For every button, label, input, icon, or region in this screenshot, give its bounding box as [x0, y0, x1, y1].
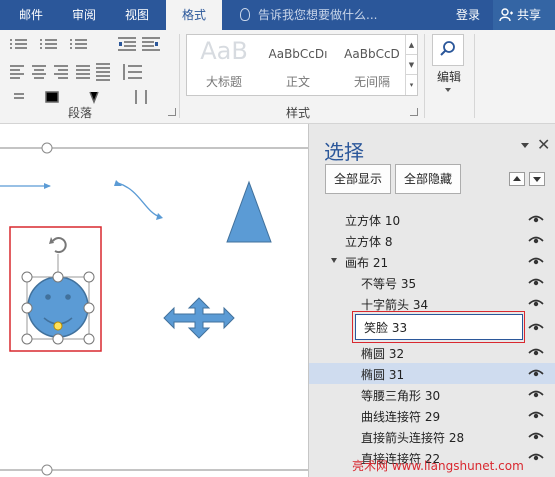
expand-triangle-icon[interactable]	[331, 258, 337, 263]
list-item[interactable]: 不等号 35	[309, 272, 555, 293]
style-normal[interactable]: AaBbCcDı 正文	[261, 35, 335, 95]
style-name: 无间隔	[353, 75, 390, 89]
style-sample: AaB	[200, 37, 248, 65]
ribbon: 段落 AaB 大标题 AaBbCcDı 正文 AaBbCcD 无间隔 ▲ ▼ ▾…	[0, 30, 555, 124]
list-item[interactable]: 画布 21	[309, 251, 555, 272]
paragraph-tools-icon	[10, 37, 160, 104]
list-item[interactable]: 直接箭头连接符 28	[309, 426, 555, 447]
lightbulb-icon	[240, 8, 250, 21]
list-item-label: 椭圆 32	[361, 347, 405, 361]
tab-mailings[interactable]: 邮件	[8, 0, 54, 30]
callout-frame	[352, 311, 525, 343]
list-item[interactable]: 立方体 8	[309, 230, 555, 251]
person-add-icon	[499, 8, 513, 22]
list-item[interactable]: 椭圆 31	[309, 363, 555, 384]
ribbon-tab-bar: 邮件 审阅 视图 格式 告诉我您想要做什么... 登录 共享	[0, 0, 555, 30]
eye-icon[interactable]	[528, 256, 544, 266]
show-all-button[interactable]: 全部显示	[325, 164, 391, 194]
eye-icon[interactable]	[528, 410, 544, 420]
list-item-label: 曲线连接符 29	[361, 410, 441, 424]
list-item[interactable]: 椭圆 32	[309, 342, 555, 363]
search-icon	[440, 41, 455, 56]
arrow-down-icon	[533, 177, 541, 182]
list-item-label: 椭圆 31	[361, 368, 405, 382]
list-item-label: 直接箭头连接符 28	[361, 431, 465, 445]
eye-icon[interactable]	[528, 431, 544, 441]
group-divider	[179, 34, 180, 118]
style-no-spacing[interactable]: AaBbCcD 无间隔	[335, 35, 409, 95]
eye-icon[interactable]	[528, 452, 544, 462]
share-button[interactable]: 共享	[493, 0, 555, 30]
eye-icon[interactable]	[528, 277, 544, 287]
close-icon[interactable]: ✕	[537, 135, 550, 154]
style-title[interactable]: AaB 大标题	[187, 35, 261, 95]
group-divider	[424, 34, 425, 118]
paragraph-group-label: 段落	[67, 106, 92, 120]
find-button[interactable]	[432, 34, 464, 66]
bring-forward-button[interactable]	[509, 172, 525, 186]
list-item-label: 立方体 10	[345, 214, 401, 228]
share-label: 共享	[517, 8, 542, 22]
styles-gallery[interactable]: AaB 大标题 AaBbCcDı 正文 AaBbCcD 无间隔 ▲ ▼ ▾	[186, 34, 418, 96]
tell-me-text: 告诉我您想要做什么...	[258, 8, 378, 22]
scroll-up-icon[interactable]: ▲	[406, 35, 417, 55]
style-name: 正文	[285, 75, 310, 89]
eye-icon[interactable]	[528, 368, 544, 378]
document-canvas[interactable]	[0, 124, 308, 477]
editing-group-label: 编辑	[437, 70, 462, 84]
scroll-down-icon[interactable]: ▼	[406, 55, 417, 75]
hide-all-button[interactable]: 全部隐藏	[395, 164, 461, 194]
list-item-label: 画布 21	[345, 256, 389, 270]
paragraph-dialog-launcher-icon[interactable]	[168, 108, 176, 116]
style-sample: AaBbCcD	[344, 47, 400, 61]
pane-title: 选择	[324, 140, 364, 164]
selection-pane: 选择 ✕ 全部显示 全部隐藏 立方体 10 立方体 8 画布 21 不等号 35 十字箭…	[308, 124, 555, 477]
editing-dropdown-icon[interactable]	[445, 88, 451, 92]
arrow-up-icon	[513, 176, 521, 181]
styles-dialog-launcher-icon[interactable]	[410, 108, 418, 116]
eye-icon[interactable]	[528, 235, 544, 245]
tab-format[interactable]: 格式	[166, 0, 222, 30]
list-item-label: 立方体 8	[345, 235, 393, 249]
send-backward-button[interactable]	[529, 172, 545, 186]
group-divider	[474, 34, 475, 118]
list-item[interactable]: 等腰三角形 30	[309, 384, 555, 405]
gallery-more-icon[interactable]: ▾	[406, 75, 417, 95]
eye-icon[interactable]	[528, 322, 544, 332]
eye-icon[interactable]	[528, 214, 544, 224]
list-item[interactable]: 立方体 10	[309, 209, 555, 230]
login-link[interactable]: 登录	[456, 0, 480, 30]
eye-icon[interactable]	[528, 347, 544, 357]
gallery-scroll[interactable]: ▲ ▼ ▾	[405, 35, 417, 95]
pane-options-chevron-icon[interactable]	[521, 143, 529, 148]
list-item-label: 不等号 35	[361, 277, 417, 291]
tab-view[interactable]: 视图	[114, 0, 160, 30]
styles-group-label: 样式	[285, 106, 310, 120]
watermark: 亮术网 www.liangshunet.com	[352, 459, 524, 473]
style-sample: AaBbCcDı	[268, 47, 328, 61]
style-name: 大标题	[205, 75, 242, 89]
tab-review[interactable]: 审阅	[60, 0, 108, 30]
eye-icon[interactable]	[528, 389, 544, 399]
list-item-label: 等腰三角形 30	[361, 389, 441, 403]
eye-icon[interactable]	[528, 298, 544, 308]
drawing-canvas-shapes	[0, 142, 308, 476]
list-item[interactable]: 曲线连接符 29	[309, 405, 555, 426]
